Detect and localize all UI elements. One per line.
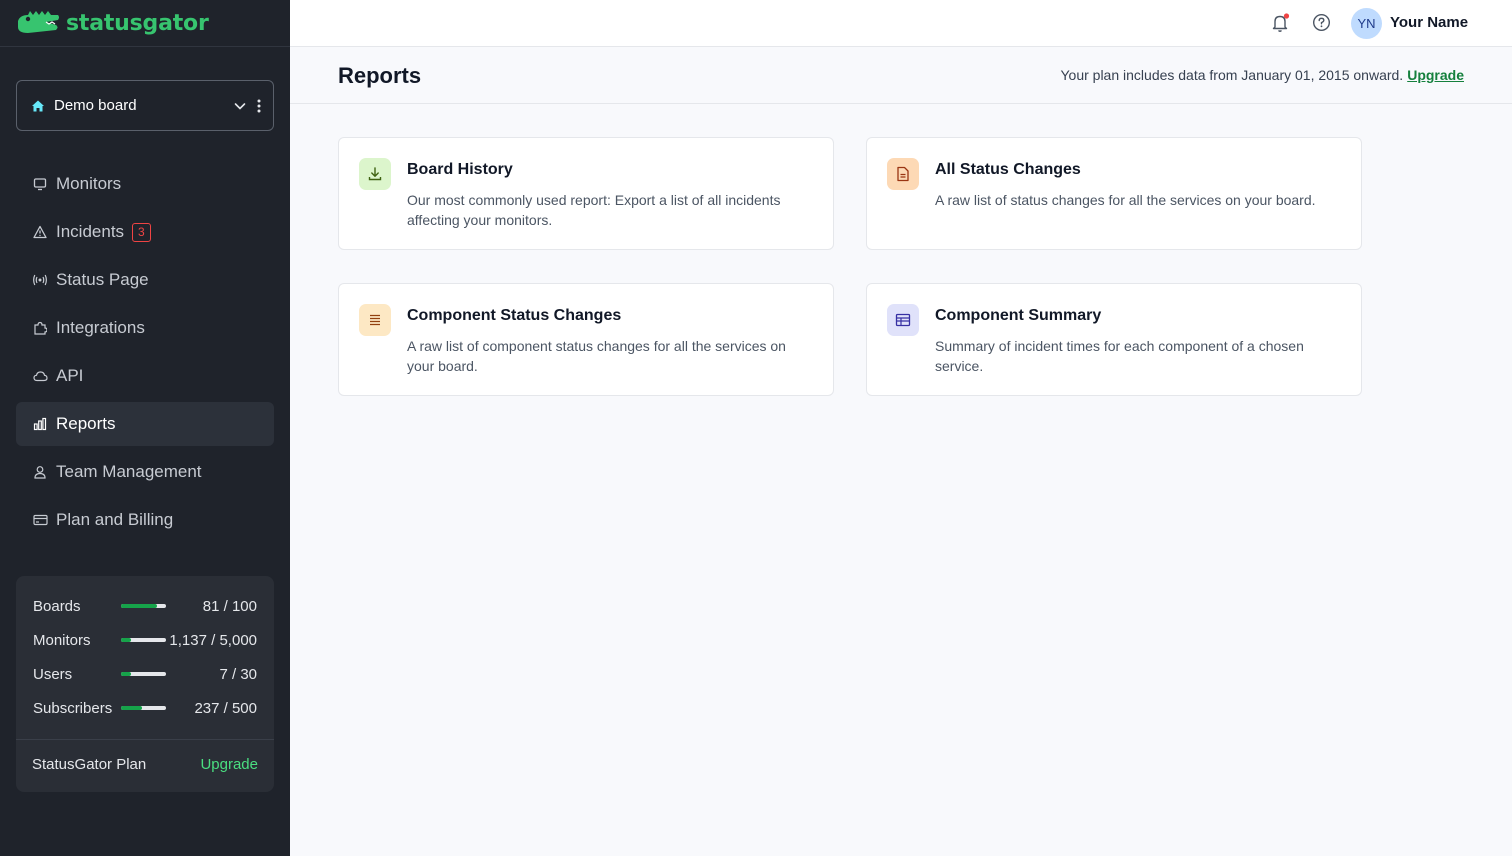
report-card-all-status-changes[interactable]: All Status Changes A raw list of status … xyxy=(866,137,1362,250)
usage-progress-bar xyxy=(121,706,166,710)
usage-label: Monitors xyxy=(33,631,91,649)
avatar[interactable]: YN xyxy=(1351,8,1382,39)
page-title: Reports xyxy=(338,63,422,88)
incidents-count-badge: 3 xyxy=(132,222,151,242)
sidebar-item-label: Reports xyxy=(56,414,116,433)
usage-label: Boards xyxy=(33,597,81,615)
report-title: Component Status Changes xyxy=(407,307,622,324)
sidebar-item-label: Monitors xyxy=(56,174,122,193)
user-name[interactable]: Your Name xyxy=(1390,14,1468,31)
board-name: Demo board xyxy=(54,97,137,114)
usage-value: 81 / 100 xyxy=(202,597,257,615)
usage-progress-bar xyxy=(121,672,166,676)
sidebar-nav: Monitors Incidents 3 Status Page Integra… xyxy=(16,162,274,546)
sidebar-item-label: Incidents xyxy=(56,222,125,241)
sidebar-item-label: Plan and Billing xyxy=(56,510,174,529)
home-icon xyxy=(31,99,45,113)
monitor-icon xyxy=(32,176,48,192)
sidebar-item-status-page[interactable]: Status Page xyxy=(16,258,274,302)
sidebar-item-label: Integrations xyxy=(56,318,145,337)
sidebar-item-monitors[interactable]: Monitors xyxy=(16,162,274,206)
report-card-board-history[interactable]: Board History Our most commonly used rep… xyxy=(338,137,834,250)
upgrade-link[interactable]: Upgrade xyxy=(1407,67,1464,83)
usage-value: 7 / 30 xyxy=(219,665,257,683)
top-bar: YN Your Name xyxy=(290,0,1512,47)
document-icon xyxy=(887,158,919,190)
report-title: Component Summary xyxy=(935,307,1102,324)
sidebar-item-incidents[interactable]: Incidents 3 xyxy=(16,210,274,254)
help-icon[interactable] xyxy=(1312,13,1331,37)
usage-label: Subscribers xyxy=(33,699,113,717)
usage-row-monitors: Monitors 1,137 / 5,000 xyxy=(33,630,257,650)
brand-name: statusgator xyxy=(66,10,209,36)
sidebar-upgrade-link[interactable]: Upgrade xyxy=(200,756,258,773)
chevron-down-icon[interactable] xyxy=(233,99,247,113)
broadcast-icon xyxy=(32,272,48,288)
logo[interactable]: statusgator xyxy=(0,0,290,47)
usage-progress-bar xyxy=(121,638,166,642)
cloud-icon xyxy=(32,368,48,384)
usage-row-boards: Boards 81 / 100 xyxy=(33,596,257,616)
more-options-icon[interactable] xyxy=(257,99,261,113)
sidebar-item-label: Status Page xyxy=(56,270,149,289)
warning-icon xyxy=(32,224,48,240)
credit-card-icon xyxy=(32,512,48,528)
report-description: A raw list of status changes for all the… xyxy=(935,192,1316,208)
usage-row-users: Users 7 / 30 xyxy=(33,664,257,684)
usage-progress-bar xyxy=(121,604,166,608)
sidebar-item-label: Team Management xyxy=(56,462,202,481)
sidebar-item-reports[interactable]: Reports xyxy=(16,402,274,446)
usage-panel: Boards 81 / 100 Monitors 1,137 / 5,000 U… xyxy=(16,576,274,792)
report-description: Our most commonly used report: Export a … xyxy=(407,192,781,228)
list-icon xyxy=(359,304,391,336)
report-description: A raw list of component status changes f… xyxy=(407,338,786,374)
report-card-component-status-changes[interactable]: Component Status Changes A raw list of c… xyxy=(338,283,834,396)
report-description: Summary of incident times for each compo… xyxy=(935,338,1304,374)
board-selector[interactable]: Demo board xyxy=(16,80,274,131)
gator-logo-icon xyxy=(18,11,59,33)
user-icon xyxy=(32,464,48,480)
usage-value: 237 / 500 xyxy=(194,699,257,717)
sidebar-item-label: API xyxy=(56,366,84,385)
puzzle-icon xyxy=(32,320,48,336)
usage-divider xyxy=(16,739,274,740)
table-icon xyxy=(887,304,919,336)
report-title: All Status Changes xyxy=(935,161,1081,178)
sidebar-item-integrations[interactable]: Integrations xyxy=(16,306,274,350)
usage-value: 1,137 / 5,000 xyxy=(169,631,257,649)
usage-label: Users xyxy=(33,665,73,683)
page-header: Reports Your plan includes data from Jan… xyxy=(290,48,1512,104)
bar-chart-icon xyxy=(32,416,48,432)
plan-name: StatusGator Plan xyxy=(32,756,147,773)
report-title: Board History xyxy=(407,161,513,178)
plan-row: StatusGator Plan Upgrade xyxy=(32,756,258,773)
notification-bell-icon[interactable] xyxy=(1271,12,1291,39)
plan-note-text: Your plan includes data from January 01,… xyxy=(1060,67,1404,83)
sidebar-item-api[interactable]: API xyxy=(16,354,274,398)
sidebar-item-plan-and-billing[interactable]: Plan and Billing xyxy=(16,498,274,542)
sidebar-item-team-management[interactable]: Team Management xyxy=(16,450,274,494)
usage-row-subscribers: Subscribers 237 / 500 xyxy=(33,698,257,718)
download-icon xyxy=(359,158,391,190)
report-card-component-summary[interactable]: Component Summary Summary of incident ti… xyxy=(866,283,1362,396)
sidebar: statusgator Demo board Monitors Incident… xyxy=(0,0,290,856)
plan-note: Your plan includes data from January 01,… xyxy=(1060,67,1464,83)
